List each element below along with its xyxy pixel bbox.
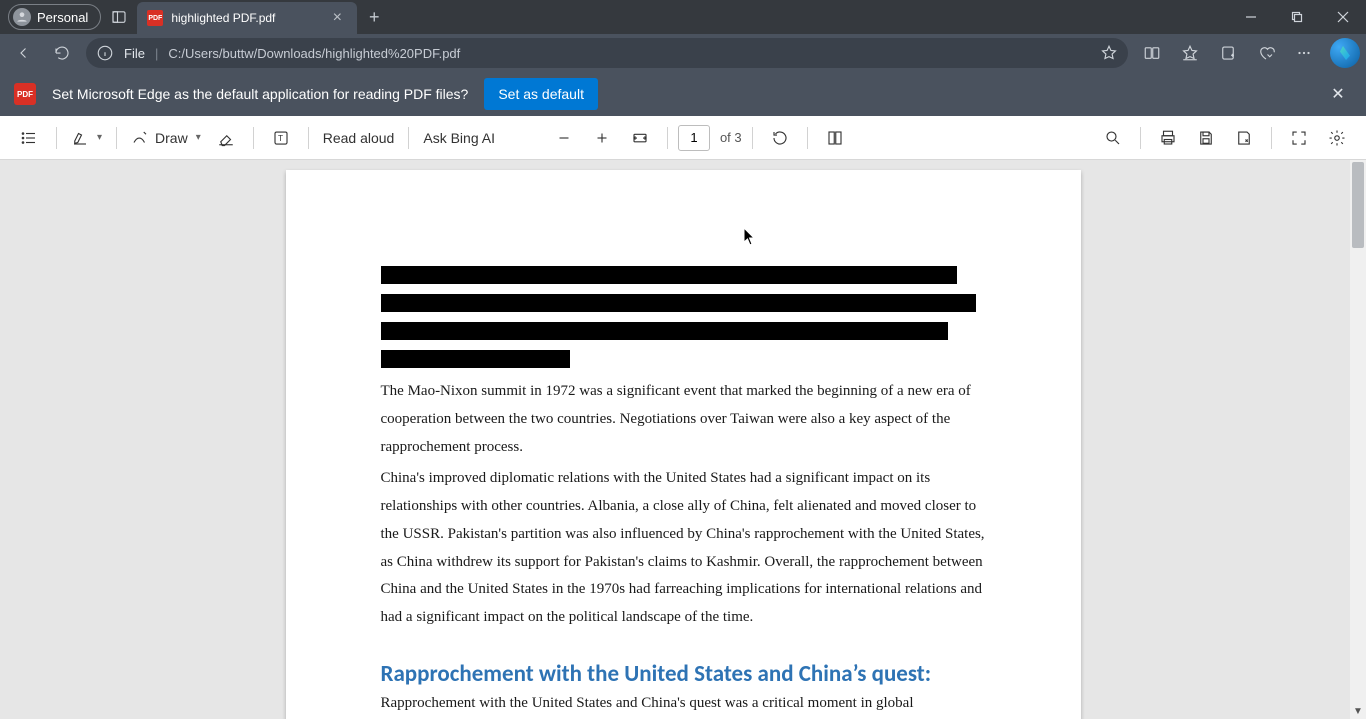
print-button[interactable] <box>1151 121 1185 155</box>
zoom-in-button[interactable] <box>585 121 619 155</box>
page-number-input[interactable] <box>678 125 710 151</box>
erase-button[interactable] <box>209 121 243 155</box>
read-aloud-button[interactable]: Read aloud <box>319 121 399 155</box>
avatar-icon <box>13 8 31 26</box>
favorite-star-icon[interactable] <box>1100 44 1118 62</box>
page-total-label: of 3 <box>720 130 742 145</box>
favorites-button[interactable] <box>1172 37 1208 69</box>
pdf-viewport[interactable]: The Mao-Nixon summit in 1972 was a signi… <box>0 160 1366 719</box>
close-window-button[interactable] <box>1320 0 1366 34</box>
pdf-app-icon: PDF <box>14 83 36 105</box>
set-default-pdf-banner: PDF Set Microsoft Edge as the default ap… <box>0 72 1366 116</box>
banner-close-button[interactable]: ✕ <box>1324 84 1352 104</box>
redacted-line <box>381 350 570 368</box>
set-as-default-button[interactable]: Set as default <box>484 78 598 110</box>
scrollbar-thumb[interactable] <box>1352 162 1364 248</box>
banner-message: Set Microsoft Edge as the default applic… <box>52 86 468 102</box>
browser-tab[interactable]: PDF highlighted PDF.pdf × <box>137 2 357 34</box>
svg-text:T: T <box>278 134 283 143</box>
settings-menu-button[interactable] <box>1286 37 1322 69</box>
contents-button[interactable] <box>12 121 46 155</box>
profile-button[interactable]: Personal <box>8 4 101 30</box>
tab-close-button[interactable]: × <box>327 9 347 27</box>
url-path: C:/Users/buttw/Downloads/highlighted%20P… <box>168 46 460 61</box>
scrollbar-track[interactable]: ▲ ▼ <box>1350 160 1366 719</box>
workspaces-button[interactable] <box>101 0 137 34</box>
section-heading: Rapprochement with the United States and… <box>381 660 986 688</box>
address-bar: File | C:/Users/buttw/Downloads/highligh… <box>0 34 1366 72</box>
browser-essentials-button[interactable] <box>1248 37 1284 69</box>
back-button[interactable] <box>6 37 42 69</box>
new-tab-button[interactable]: + <box>357 7 391 28</box>
body-paragraph: China's improved diplomatic relations wi… <box>381 465 986 632</box>
fullscreen-button[interactable] <box>1282 121 1316 155</box>
refresh-button[interactable] <box>44 37 80 69</box>
window-titlebar: Personal PDF highlighted PDF.pdf × + <box>0 0 1366 34</box>
body-paragraph: The Mao-Nixon summit in 1972 was a signi… <box>381 378 986 461</box>
pdf-settings-button[interactable] <box>1320 121 1354 155</box>
rotate-button[interactable] <box>763 121 797 155</box>
page-view-button[interactable] <box>818 121 852 155</box>
save-as-button[interactable] <box>1227 121 1261 155</box>
tab-title: highlighted PDF.pdf <box>171 11 319 25</box>
fit-width-button[interactable] <box>623 121 657 155</box>
split-screen-button[interactable] <box>1134 37 1170 69</box>
find-button[interactable] <box>1096 121 1130 155</box>
pdf-page: The Mao-Nixon summit in 1972 was a signi… <box>286 170 1081 719</box>
save-button[interactable] <box>1189 121 1223 155</box>
zoom-out-button[interactable] <box>547 121 581 155</box>
maximize-button[interactable] <box>1274 0 1320 34</box>
url-input[interactable]: File | C:/Users/buttw/Downloads/highligh… <box>86 38 1128 68</box>
collections-button[interactable] <box>1210 37 1246 69</box>
bing-chat-button[interactable] <box>1330 38 1360 68</box>
pdf-file-icon: PDF <box>147 10 163 26</box>
highlight-button[interactable]: ▾ <box>67 121 106 155</box>
body-paragraph: Rapprochement with the United States and… <box>381 690 986 718</box>
draw-button[interactable]: Draw▾ <box>127 121 205 155</box>
redacted-line <box>381 322 948 340</box>
url-scheme: File <box>124 46 145 61</box>
minimize-button[interactable] <box>1228 0 1274 34</box>
add-text-button[interactable]: T <box>264 121 298 155</box>
redacted-line <box>381 266 957 284</box>
site-info-icon <box>96 44 114 62</box>
redacted-line <box>381 294 976 312</box>
profile-label: Personal <box>37 10 88 25</box>
pdf-toolbar: ▾ Draw▾ T Read aloud Ask Bing AI of 3 <box>0 116 1366 160</box>
scroll-down-arrow-icon[interactable]: ▼ <box>1350 703 1366 719</box>
ask-bing-ai-button[interactable]: Ask Bing AI <box>419 121 499 155</box>
